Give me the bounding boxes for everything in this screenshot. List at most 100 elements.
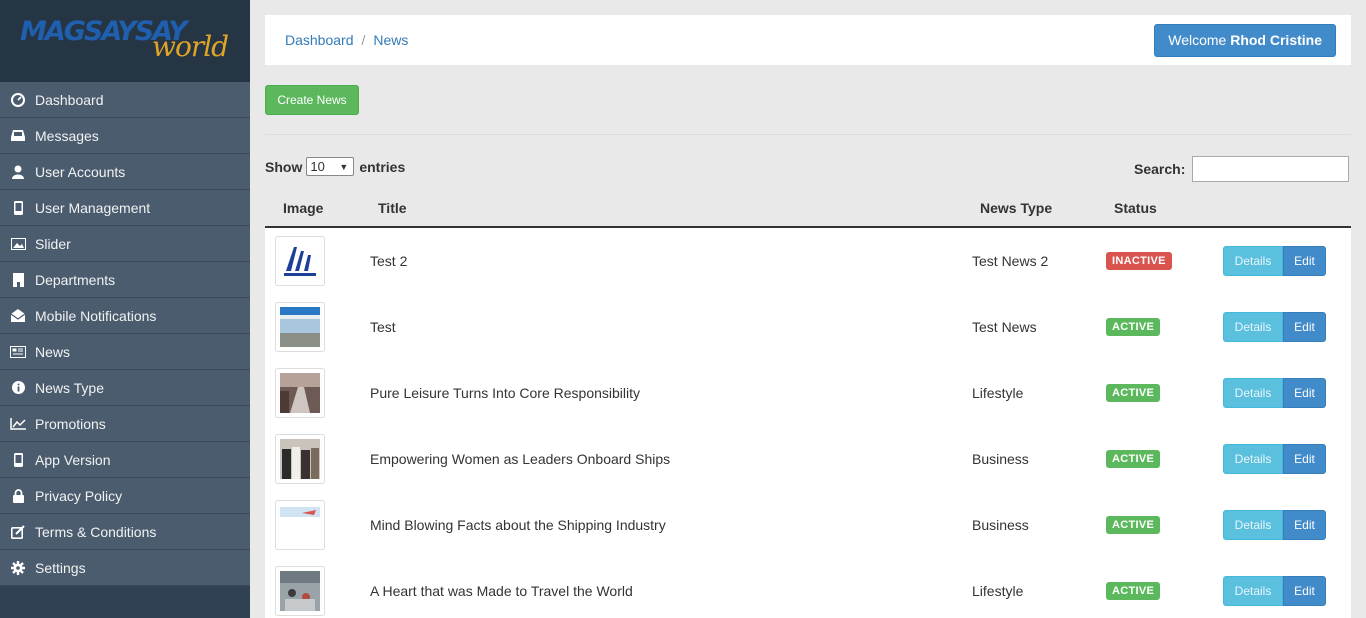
news-title: Mind Blowing Facts about the Shipping In…	[370, 517, 666, 533]
sidebar-item-user-accounts[interactable]: User Accounts	[0, 154, 250, 190]
status-badge: ACTIVE	[1106, 582, 1161, 600]
sidebar-item-label: News Type	[35, 379, 104, 396]
image-icon	[10, 236, 26, 252]
dashboard-icon	[10, 92, 26, 108]
table-row: Test 2 Test News 2 INACTIVE Details Edit	[265, 228, 1351, 294]
show-label: Show	[265, 158, 303, 175]
edit-icon	[10, 524, 26, 540]
table-row: A Heart that was Made to Travel the Worl…	[265, 558, 1351, 618]
edit-button[interactable]: Edit	[1283, 246, 1326, 276]
row-actions: Details Edit	[1223, 510, 1326, 540]
mobile-icon	[10, 200, 26, 216]
sidebar-item-messages[interactable]: Messages	[0, 118, 250, 154]
sidebar: MAGSAYSAY world Dashboard Messages User …	[0, 0, 250, 618]
news-thumbnail[interactable]	[275, 236, 325, 286]
edit-button[interactable]: Edit	[1283, 510, 1326, 540]
table-row: Pure Leisure Turns Into Core Responsibil…	[265, 360, 1351, 426]
news-thumbnail[interactable]	[275, 302, 325, 352]
edit-button[interactable]: Edit	[1283, 378, 1326, 408]
news-type: Business	[972, 517, 1029, 533]
news-title: Test	[370, 319, 396, 335]
sidebar-item-slider[interactable]: Slider	[0, 226, 250, 262]
details-button[interactable]: Details	[1223, 444, 1283, 474]
news-table: Image Title News Type Status Test 2 Test…	[265, 192, 1351, 618]
sidebar-item-label: Settings	[35, 559, 86, 576]
line-chart-icon	[10, 416, 26, 432]
mobile-icon	[10, 452, 26, 468]
news-thumbnail[interactable]	[275, 434, 325, 484]
news-thumbnail[interactable]	[275, 566, 325, 616]
details-button[interactable]: Details	[1223, 576, 1283, 606]
status-badge: INACTIVE	[1106, 252, 1172, 270]
sidebar-item-dashboard[interactable]: Dashboard	[0, 82, 250, 118]
news-title: A Heart that was Made to Travel the Worl…	[370, 583, 633, 599]
news-title: Test 2	[370, 253, 408, 269]
breadcrumb: Dashboard / News	[285, 32, 408, 48]
edit-button[interactable]: Edit	[1283, 576, 1326, 606]
table-row: Test Test News ACTIVE Details Edit	[265, 294, 1351, 360]
news-type: Test News 2	[972, 253, 1049, 269]
breadcrumb-dashboard-link[interactable]: Dashboard	[285, 32, 354, 48]
column-header-title[interactable]: Title	[378, 200, 407, 216]
details-button[interactable]: Details	[1223, 510, 1283, 540]
sidebar-item-label: Departments	[35, 271, 116, 288]
breadcrumb-separator: /	[361, 32, 366, 48]
envelope-open-icon	[10, 308, 26, 324]
column-header-image[interactable]: Image	[283, 200, 323, 216]
edit-button[interactable]: Edit	[1283, 444, 1326, 474]
search-label: Search:	[1134, 161, 1186, 177]
building-icon	[10, 272, 26, 288]
search-input[interactable]	[1192, 156, 1350, 182]
sidebar-item-label: Terms & Conditions	[35, 523, 157, 540]
sidebar-item-privacy-policy[interactable]: Privacy Policy	[0, 478, 250, 514]
divider	[265, 134, 1351, 135]
lock-icon	[10, 488, 26, 504]
sidebar-item-label: Privacy Policy	[35, 487, 123, 504]
create-news-button[interactable]: Create News	[265, 85, 359, 115]
inbox-icon	[10, 128, 26, 144]
sidebar-item-label: Dashboard	[35, 91, 104, 108]
status-badge: ACTIVE	[1106, 384, 1161, 402]
details-button[interactable]: Details	[1223, 312, 1283, 342]
news-title: Empowering Women as Leaders Onboard Ship…	[370, 451, 671, 467]
sidebar-menu: Dashboard Messages User Accounts User Ma…	[0, 82, 250, 586]
sidebar-item-terms-conditions[interactable]: Terms & Conditions	[0, 514, 250, 550]
details-button[interactable]: Details	[1223, 246, 1283, 276]
sidebar-item-label: News	[35, 343, 71, 360]
sidebar-item-app-version[interactable]: App Version	[0, 442, 250, 478]
sidebar-item-user-management[interactable]: User Management	[0, 190, 250, 226]
sidebar-item-mobile-notifications[interactable]: Mobile Notifications	[0, 298, 250, 334]
sidebar-item-promotions[interactable]: Promotions	[0, 406, 250, 442]
column-header-news-type[interactable]: News Type	[980, 200, 1052, 216]
newspaper-icon	[10, 344, 26, 360]
sidebar-item-departments[interactable]: Departments	[0, 262, 250, 298]
entries-select[interactable]: 10 ▼	[306, 157, 355, 176]
news-title: Pure Leisure Turns Into Core Responsibil…	[370, 385, 641, 401]
entries-select-value: 10	[310, 159, 325, 174]
welcome-prefix: Welcome	[1168, 32, 1227, 48]
edit-button[interactable]: Edit	[1283, 312, 1326, 342]
app-logo[interactable]: MAGSAYSAY world	[0, 0, 250, 82]
sidebar-item-settings[interactable]: Settings	[0, 550, 250, 586]
sidebar-item-news-type[interactable]: News Type	[0, 370, 250, 406]
gear-icon	[10, 560, 26, 576]
table-row: Empowering Women as Leaders Onboard Ship…	[265, 426, 1351, 492]
user-icon	[10, 164, 26, 180]
news-thumbnail[interactable]	[275, 368, 325, 418]
breadcrumb-news-link[interactable]: News	[373, 32, 408, 48]
sidebar-item-label: Mobile Notifications	[35, 307, 157, 324]
row-actions: Details Edit	[1223, 378, 1326, 408]
details-button[interactable]: Details	[1223, 378, 1283, 408]
row-actions: Details Edit	[1223, 246, 1326, 276]
news-type: Business	[972, 451, 1029, 467]
news-thumbnail[interactable]	[275, 500, 325, 550]
sidebar-item-news[interactable]: News	[0, 334, 250, 370]
status-badge: ACTIVE	[1106, 516, 1161, 534]
sidebar-item-label: User Management	[35, 199, 151, 216]
table-header: Image Title News Type Status	[265, 192, 1351, 228]
row-actions: Details Edit	[1223, 576, 1326, 606]
welcome-user-button[interactable]: Welcome Rhod Cristine	[1154, 24, 1336, 57]
sidebar-item-label: User Accounts	[35, 163, 126, 180]
column-header-status[interactable]: Status	[1114, 200, 1157, 216]
logo-text-secondary: world	[152, 30, 229, 63]
